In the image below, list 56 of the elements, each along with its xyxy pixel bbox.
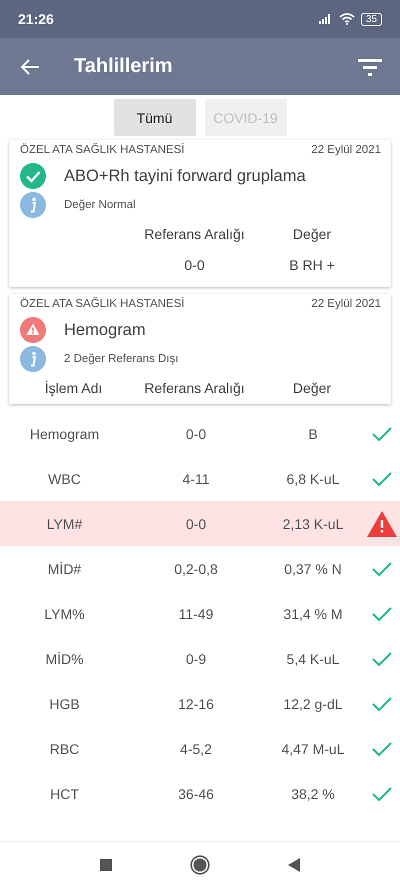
table-cell-text: 6,8 K-uL [286, 470, 340, 486]
table-cell-text: 36-46 [177, 786, 215, 802]
test-name: Hemogram [64, 320, 146, 340]
table-cell-text: B RH + [288, 257, 336, 273]
table-cell-text: 0,37 % N [283, 560, 343, 576]
table-cell-text: 4-5,2 [179, 740, 213, 756]
test-name: ABO+Rh tayini forward gruplama [64, 166, 306, 186]
table-cell-text: 0-9 [184, 650, 208, 666]
info-icon [20, 346, 46, 372]
table-cell-text: LYM# [46, 516, 84, 532]
signal-icon [318, 14, 333, 24]
result-card[interactable]: ÖZEL ATA SAĞLIK HASTANESİ 22 Eylül 2021 Hemogram 2 Değer Referans Dışı İşlem Adı Referans Aralığı Değer [9, 294, 391, 404]
result-note: Değer Normal [64, 199, 136, 211]
table-cell-text: LYM% [43, 606, 86, 622]
table-cell-text: 12,2 g-dL [282, 696, 344, 712]
table-cell-text: 12-16 [177, 696, 215, 712]
column-header: Referans Aralığı [143, 380, 246, 396]
info-icon [20, 192, 46, 218]
table-cell-text: WBC [47, 470, 82, 486]
column-header: Değer [292, 226, 332, 242]
battery-level: 35 [360, 12, 382, 26]
screen-title: Tahlillerim [74, 55, 174, 78]
table-cell-text: HCT [49, 786, 80, 802]
hospital-name: ÖZEL ATA SAĞLIK HASTANESİ [20, 144, 184, 156]
table-cell-text: Hemogram [28, 426, 100, 442]
result-date: 22 Eylül 2021 [311, 144, 381, 156]
status-time: 21:26 [18, 11, 54, 27]
table-cell-text: 0-0 [184, 426, 208, 442]
table-cell-text: MİD% [44, 650, 85, 666]
table-cell-text: 0-0 [184, 516, 208, 532]
table-cell-text: B [307, 426, 319, 442]
filter-icon[interactable] [358, 58, 382, 76]
back-arrow-icon[interactable] [20, 58, 40, 76]
table-cell-text: 31,4 % M [282, 606, 344, 622]
column-header: İşlem Adı [44, 380, 104, 396]
column-header: Referans Aralığı [143, 226, 246, 242]
back-icon[interactable] [288, 858, 300, 872]
wifi-icon [338, 13, 355, 25]
hospital-name: ÖZEL ATA SAĞLIK HASTANESİ [20, 298, 184, 310]
table-cell-text: HGB [48, 696, 81, 712]
table-cell-text: 2,13 K-uL [282, 516, 344, 532]
table-cell-text: 0-0 [183, 257, 206, 273]
table-cell-text: MİD# [46, 560, 82, 576]
table-cell-text: RBC [48, 740, 80, 756]
table-cell-text: 5,4 K-uL [286, 650, 340, 666]
result-note: 2 Değer Referans Dışı [64, 353, 178, 365]
home-icon[interactable] [190, 855, 210, 875]
column-header: Değer [292, 380, 332, 396]
table-cell-text: 4-11 [182, 470, 210, 486]
table-cell-text: 11-49 [178, 606, 214, 622]
table-cell-text: 4,47 M-uL [280, 740, 346, 756]
result-card[interactable]: ÖZEL ATA SAĞLIK HASTANESİ 22 Eylül 2021 ABO+Rh tayini forward gruplama Değer Normal Referans Aralığı Değer 0-0 B RH + [9, 140, 391, 287]
table-cell-text: 38,2 % [290, 786, 336, 802]
result-date: 22 Eylül 2021 [311, 298, 381, 310]
filter-tab[interactable]: Tümü [114, 99, 196, 136]
table-cell-text: 0,2-0,8 [173, 560, 219, 576]
